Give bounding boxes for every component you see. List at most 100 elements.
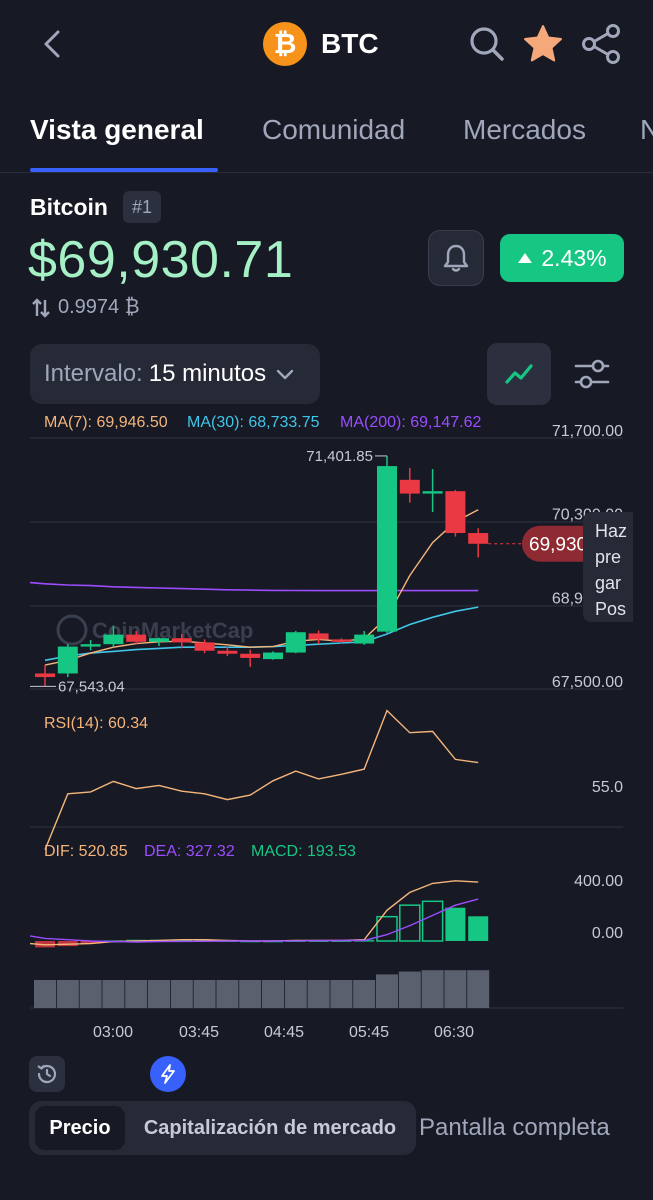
chart-type-toggle[interactable] [487,343,551,405]
candle [240,653,261,658]
coin-name: Bitcoin [30,194,108,220]
coin-symbol: BTC [321,28,379,59]
lightning-icon [161,1064,175,1084]
candle [103,634,124,645]
volume-bar [56,980,79,1008]
btc-conversion-value: 0.9974 ₿ [58,296,140,318]
volume-bar [34,980,56,1008]
macd-tick-label: 0.00 [592,925,623,942]
candle [57,646,78,674]
price-alert-button[interactable] [428,230,484,286]
candle [285,632,306,653]
history-button[interactable] [29,1056,65,1092]
volume-bar [398,971,421,1008]
price-chart[interactable]: CoinMarketCap71,700.0070,300.0068,900.00… [0,405,653,1055]
segment-precio[interactable]: Precio [35,1106,125,1150]
volume-bar [284,980,307,1008]
volume-bar [467,970,490,1008]
rsi-tick-label: 55.0 [592,779,623,796]
tooltip-line: Pos [595,599,627,619]
back-icon[interactable] [34,24,74,64]
candle [445,491,466,534]
candle [217,650,238,654]
tab-comunidad[interactable]: Comunidad [262,114,405,146]
volume-bar [125,980,148,1008]
line-chart-icon [505,364,533,384]
x-tick-label: 03:00 [93,1024,133,1041]
tooltip-line: pre [595,547,622,567]
interval-select[interactable]: Intervalo: 15 minutos [30,344,320,404]
candle [399,479,420,494]
candle [377,466,397,632]
interval-value: 15 minutos [148,360,267,387]
volume-bar [239,980,262,1008]
volume-bar [330,980,353,1008]
chart-settings-icon[interactable] [568,350,616,398]
x-tick-label: 04:45 [264,1024,304,1041]
candle [263,652,283,660]
volume-bar [307,980,330,1008]
segment-capitalizacion[interactable]: Capitalización de mercado [134,1106,406,1150]
caret-up-icon [518,253,533,263]
high-label: 71,401.85 [306,448,373,465]
btc-conversion: 0.9974 ₿ [30,296,140,319]
tooltip-line: gar [595,573,622,593]
volume-bar [216,980,239,1008]
quick-action-button[interactable] [150,1056,186,1092]
macd-tick-label: 400.00 [574,873,623,890]
tooltip-line: Haz [595,521,628,541]
history-icon [37,1064,57,1084]
low-label: 67,543.04 [58,678,125,695]
candle [171,638,192,643]
volume-bar [353,980,376,1008]
rsi-line [44,709,479,850]
coin-price: $69,930.71 [28,231,294,289]
macd-bar [445,907,466,941]
chevron-down-icon [276,369,294,380]
candle [149,638,169,642]
bell-icon [443,244,469,272]
macd-bar [421,900,444,942]
volume-bar [148,980,170,1008]
tab-vista-general[interactable]: Vista general [30,114,204,146]
candle [354,634,375,644]
x-tick-label: 03:45 [179,1024,219,1041]
y-tick-label: 71,700.00 [552,423,623,440]
candle [468,533,489,544]
ma200-line [29,581,479,592]
volume-bar [262,980,284,1008]
tab-divider [0,172,653,173]
volume-bar [102,980,125,1008]
y-tick-label: 67,500.00 [552,674,623,691]
macd-bar [468,916,489,941]
star-icon[interactable] [521,22,565,66]
interval-label: Intervalo: [44,360,143,387]
price-change-badge: 2.43% [500,234,624,282]
candle [308,633,329,640]
volume-bar [170,980,193,1008]
volume-bar [376,974,398,1008]
chart-tooltip: Haz pre gar Pos [583,512,633,622]
tab-next[interactable]: N [640,114,653,146]
dif-line [29,880,479,946]
candle [80,644,101,647]
share-icon[interactable] [580,22,624,66]
rank-badge: #1 [123,191,161,223]
candle [126,634,147,642]
swap-icon [32,297,50,318]
volume-bar [421,970,444,1008]
x-tick-label: 05:45 [349,1024,389,1041]
search-icon[interactable] [465,22,509,66]
bitcoin-logo-icon: ₿ [263,22,307,66]
candle [422,491,443,494]
volume-bar [79,980,102,1008]
x-tick-label: 06:30 [434,1024,474,1041]
volume-bar [193,980,216,1008]
price-change-value: 2.43% [541,244,607,271]
volume-bar [444,970,467,1008]
candle [35,673,55,678]
fullscreen-button[interactable]: Pantalla completa [419,1114,610,1142]
candle [194,642,215,651]
tab-mercados[interactable]: Mercados [463,114,586,146]
watermark-logo-icon [56,614,88,646]
